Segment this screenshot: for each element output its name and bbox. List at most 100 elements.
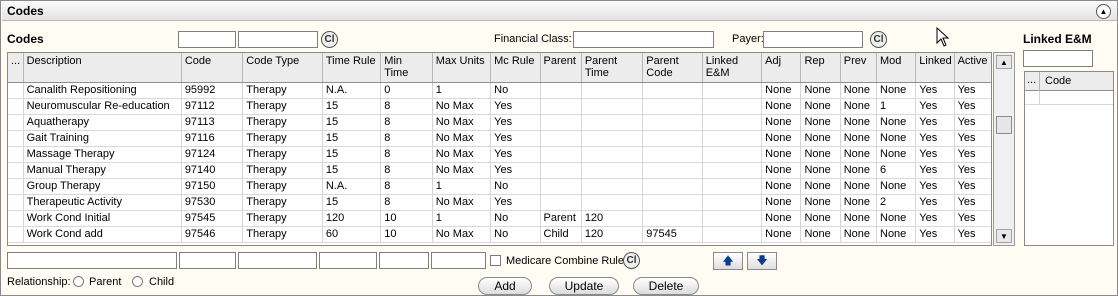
column-header[interactable]: Min Time <box>380 53 433 83</box>
column-header[interactable]: Prev <box>840 53 878 83</box>
financial-class-input[interactable] <box>573 31 714 48</box>
column-header[interactable]: Parent Time <box>581 53 644 83</box>
table-cell: 97545 <box>642 226 703 243</box>
column-header[interactable]: Code <box>181 53 244 83</box>
edit-code-type-input[interactable] <box>238 252 317 269</box>
medicare-combine-label: Medicare Combine Rule <box>506 255 624 267</box>
table-cell: N.A. <box>322 82 382 99</box>
edit-min-time-input[interactable] <box>379 252 429 269</box>
panel-title: Codes <box>7 4 44 18</box>
column-header[interactable]: Parent <box>540 53 582 83</box>
table-cell <box>642 130 703 147</box>
scroll-thumb[interactable] <box>996 116 1012 134</box>
table-cell <box>8 82 24 99</box>
linked-em-col-code[interactable]: Code <box>1041 72 1075 91</box>
table-cell <box>581 146 644 163</box>
grid-vertical-scrollbar[interactable]: ▲ ▼ <box>993 52 1015 246</box>
table-row[interactable]: Aquatherapy 97113 Therapy 15 8 No Max Yes None N… <box>8 114 991 131</box>
arrow-up-icon[interactable]: 🡅 <box>713 252 743 270</box>
table-cell: None <box>840 130 878 147</box>
table-cell: Yes <box>915 82 955 99</box>
table-cell <box>702 98 763 115</box>
table-cell: 10 <box>380 226 433 243</box>
table-cell: 1 <box>432 210 492 227</box>
table-cell: Group Therapy <box>23 178 182 195</box>
table-cell <box>702 82 763 99</box>
column-header[interactable]: Mod <box>876 53 917 83</box>
table-row[interactable]: Work Cond add 97546 Therapy 60 10 No Max No Chi… <box>8 226 991 243</box>
table-cell: None <box>876 146 917 163</box>
medicare-combine-checkbox[interactable] <box>490 255 501 266</box>
edit-time-rule-input[interactable] <box>319 252 377 269</box>
table-cell: None <box>800 162 841 179</box>
table-cell: 8 <box>380 194 433 211</box>
table-row[interactable]: Manual Therapy 97140 Therapy 15 8 No Max Yes No… <box>8 162 991 179</box>
column-header[interactable]: Mc Rule <box>490 53 541 83</box>
table-cell: No Max <box>432 146 492 163</box>
edit-code-input[interactable] <box>179 252 236 269</box>
column-header[interactable]: Linked E&M <box>702 53 763 83</box>
column-header[interactable]: Parent Code <box>642 53 703 83</box>
circle-up-arrow-icon[interactable]: ▲ <box>1096 4 1111 19</box>
clear-payer-button[interactable]: Cl <box>870 31 887 48</box>
table-cell <box>702 162 763 179</box>
column-header[interactable]: Active <box>954 53 991 83</box>
add-button[interactable]: Add <box>478 277 532 295</box>
table-cell: None <box>761 130 802 147</box>
linked-em-search-input[interactable] <box>1023 50 1093 67</box>
arrow-down-icon[interactable]: 🡇 <box>747 252 777 270</box>
delete-button[interactable]: Delete <box>633 277 699 295</box>
table-row[interactable]: Neuromuscular Re-education 97112 Therapy 15… <box>8 98 991 115</box>
table-cell: None <box>876 178 917 195</box>
table-cell: 120 <box>322 210 382 227</box>
clear-filter-button[interactable]: Cl <box>321 31 338 48</box>
column-header[interactable]: Adj <box>761 53 802 83</box>
table-cell: Therapy <box>242 82 323 99</box>
table-cell <box>702 194 763 211</box>
relationship-label: Relationship: <box>7 276 71 288</box>
table-cell <box>540 114 582 131</box>
mouse-cursor-icon <box>936 27 950 47</box>
table-cell: Yes <box>954 162 991 179</box>
edit-description-input[interactable] <box>7 252 177 269</box>
code-filter-input-2[interactable] <box>238 31 318 48</box>
table-cell: Therapy <box>242 162 323 179</box>
table-cell <box>8 130 24 147</box>
table-cell <box>8 178 24 195</box>
column-header[interactable]: Code Type <box>242 53 323 83</box>
table-cell: No <box>490 226 541 243</box>
code-filter-input-1[interactable] <box>178 31 236 48</box>
table-cell: 8 <box>380 178 433 195</box>
table-cell: No Max <box>432 226 492 243</box>
table-row[interactable]: Therapeutic Activity 97530 Therapy 15 8 No Ma… <box>8 194 991 211</box>
table-cell: None <box>840 98 878 115</box>
edit-max-units-input[interactable] <box>431 252 486 269</box>
column-header[interactable]: Max Units <box>432 53 492 83</box>
column-header[interactable]: Rep <box>800 53 841 83</box>
relationship-parent-radio[interactable] <box>73 276 84 287</box>
table-cell <box>702 114 763 131</box>
relationship-child-radio[interactable] <box>132 276 143 287</box>
table-row[interactable]: Canalith Repositioning 95992 Therapy N.A. 0 1… <box>8 82 991 99</box>
column-header[interactable]: Description <box>23 53 182 83</box>
scroll-up-icon[interactable]: ▲ <box>996 55 1012 69</box>
linked-em-grid: ... Code <box>1024 71 1114 246</box>
table-cell: None <box>876 226 917 243</box>
column-header[interactable]: Linked <box>915 53 955 83</box>
linked-em-row[interactable] <box>1025 91 1113 105</box>
table-cell: None <box>876 114 917 131</box>
column-header[interactable]: ... <box>8 53 24 83</box>
clear-editor-button[interactable]: Cl <box>623 252 640 269</box>
scroll-down-icon[interactable]: ▼ <box>996 229 1012 243</box>
table-cell: 8 <box>380 146 433 163</box>
payer-input[interactable] <box>763 31 863 48</box>
table-row[interactable]: Gait Training 97116 Therapy 15 8 No Max Yes Non… <box>8 130 991 147</box>
table-cell: None <box>761 194 802 211</box>
table-cell: None <box>800 226 841 243</box>
column-header[interactable]: Time Rule <box>322 53 382 83</box>
table-row[interactable]: Group Therapy 97150 Therapy N.A. 8 1 No None Non… <box>8 178 991 195</box>
table-row[interactable]: Work Cond Initial 97545 Therapy 120 10 1 No Par… <box>8 210 991 227</box>
table-row[interactable]: Massage Therapy 97124 Therapy 15 8 No Max Yes N… <box>8 146 991 163</box>
linked-em-col-select[interactable]: ... <box>1025 72 1040 91</box>
update-button[interactable]: Update <box>549 277 619 295</box>
